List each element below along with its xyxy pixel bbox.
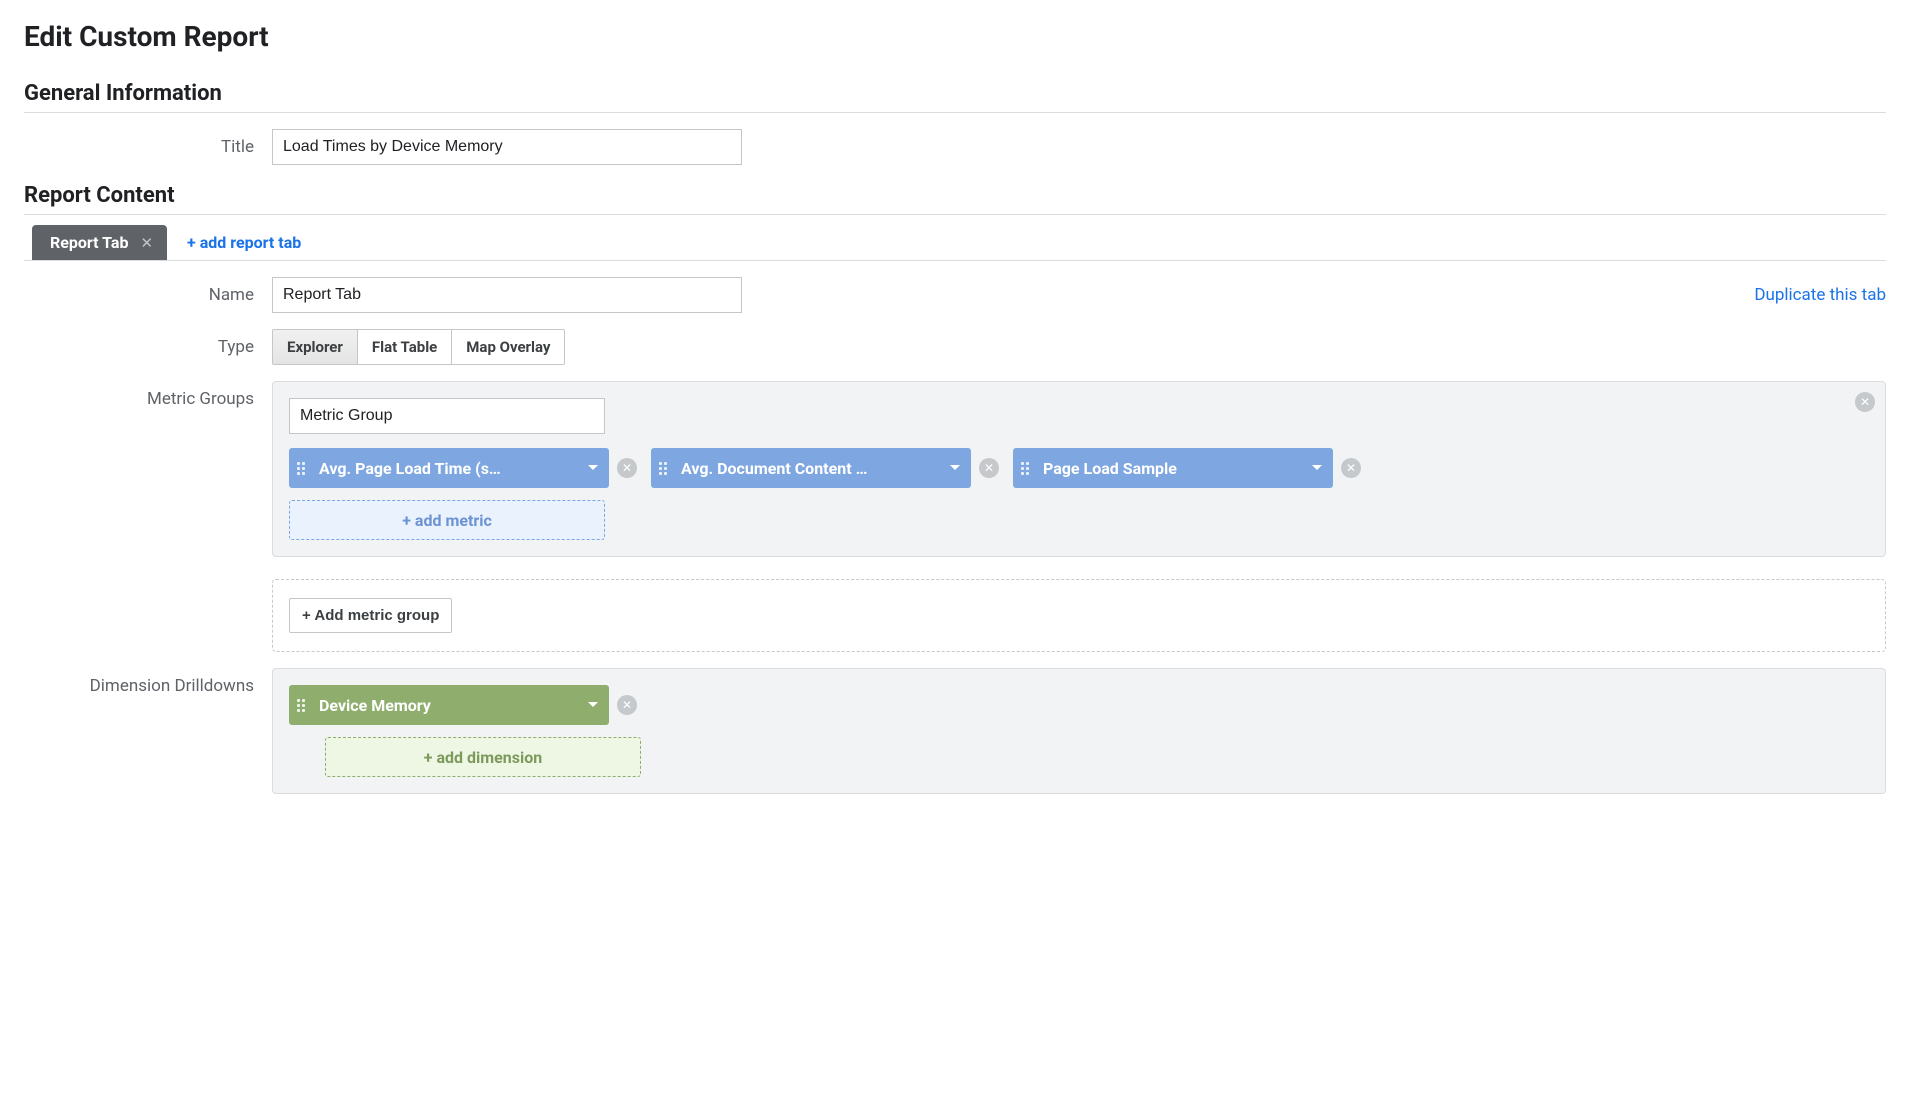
tab-type-label: Type bbox=[24, 329, 272, 357]
metric-chip[interactable]: Avg. Document Content … bbox=[651, 448, 971, 488]
section-content-header: Report Content bbox=[24, 183, 1886, 215]
title-input[interactable] bbox=[272, 129, 742, 165]
add-metric-button[interactable]: + add metric bbox=[289, 500, 605, 540]
dimension-drilldowns-panel: Device Memory ✕ + add dimension bbox=[272, 668, 1886, 794]
metric-group-panel: ✕ Avg. Page Load Time (s… ✕ Avg. Documen… bbox=[272, 381, 1886, 557]
tab-name-input[interactable] bbox=[272, 277, 742, 313]
page-title: Edit Custom Report bbox=[24, 20, 1886, 53]
metric-chip[interactable]: Page Load Sample bbox=[1013, 448, 1333, 488]
close-icon[interactable]: ✕ bbox=[617, 458, 637, 478]
close-icon[interactable]: ✕ bbox=[1341, 458, 1361, 478]
drag-handle-icon[interactable] bbox=[297, 462, 309, 475]
drag-handle-icon[interactable] bbox=[1021, 462, 1033, 475]
drag-handle-icon[interactable] bbox=[659, 462, 671, 475]
tab-type-segmented: Explorer Flat Table Map Overlay bbox=[272, 329, 565, 365]
caret-down-icon bbox=[1311, 464, 1323, 472]
close-icon[interactable]: ✕ bbox=[979, 458, 999, 478]
dimension-drilldowns-label: Dimension Drilldowns bbox=[24, 668, 272, 696]
caret-down-icon bbox=[949, 464, 961, 472]
report-tab-strip: Report Tab ✕ + add report tab bbox=[24, 225, 1886, 261]
type-option-flat-table[interactable]: Flat Table bbox=[358, 330, 452, 364]
caret-down-icon bbox=[587, 701, 599, 709]
close-icon[interactable]: ✕ bbox=[617, 695, 637, 715]
tab-name-label: Name bbox=[24, 277, 272, 305]
duplicate-tab-link[interactable]: Duplicate this tab bbox=[1754, 277, 1886, 305]
add-metric-group-panel: + Add metric group bbox=[272, 579, 1886, 652]
metric-group-name-input[interactable] bbox=[289, 398, 605, 434]
add-report-tab-link[interactable]: + add report tab bbox=[187, 233, 301, 252]
dimension-chip-label: Device Memory bbox=[319, 696, 577, 715]
type-option-explorer[interactable]: Explorer bbox=[273, 330, 358, 364]
add-dimension-button[interactable]: + add dimension bbox=[325, 737, 641, 777]
metric-chip-label: Avg. Document Content … bbox=[681, 459, 939, 478]
dimension-chip[interactable]: Device Memory bbox=[289, 685, 609, 725]
metric-chip[interactable]: Avg. Page Load Time (s… bbox=[289, 448, 609, 488]
close-icon[interactable]: ✕ bbox=[1855, 392, 1875, 412]
type-option-map-overlay[interactable]: Map Overlay bbox=[452, 330, 564, 364]
report-tab-active[interactable]: Report Tab ✕ bbox=[32, 225, 167, 260]
caret-down-icon bbox=[587, 464, 599, 472]
metric-chip-label: Avg. Page Load Time (s… bbox=[319, 459, 577, 478]
metric-groups-label: Metric Groups bbox=[24, 381, 272, 409]
title-label: Title bbox=[24, 129, 272, 157]
report-tab-label: Report Tab bbox=[50, 233, 128, 252]
add-metric-group-button[interactable]: + Add metric group bbox=[289, 598, 452, 633]
drag-handle-icon[interactable] bbox=[297, 699, 309, 712]
section-general-header: General Information bbox=[24, 81, 1886, 113]
close-icon[interactable]: ✕ bbox=[140, 234, 153, 252]
metric-chip-label: Page Load Sample bbox=[1043, 459, 1301, 478]
